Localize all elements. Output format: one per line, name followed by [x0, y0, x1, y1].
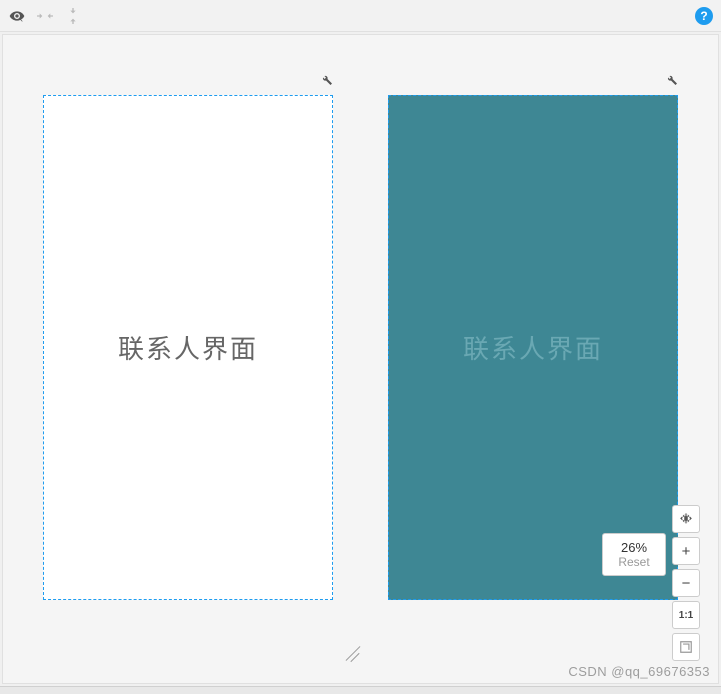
zoom-actual-size-button[interactable]: 1:1: [672, 601, 700, 629]
wrench-icon[interactable]: [321, 73, 335, 87]
resize-vertical-icon[interactable]: [64, 7, 82, 25]
left-pane-container: 联系人界面: [43, 95, 333, 663]
zoom-fit-button[interactable]: [672, 633, 700, 661]
toolbar-right-group: ?: [695, 7, 713, 25]
footer-bar: [0, 686, 721, 694]
zoom-reset-button[interactable]: 26% Reset: [602, 533, 666, 576]
zoom-reset-label: Reset: [613, 555, 655, 569]
zoom-button-stack: + − 1:1: [672, 505, 700, 661]
help-icon[interactable]: ?: [695, 7, 713, 25]
top-toolbar: ?: [0, 0, 721, 32]
zoom-in-button[interactable]: +: [672, 537, 700, 565]
resize-horizontal-icon[interactable]: [36, 7, 54, 25]
toolbar-left-group: [8, 7, 82, 25]
zoom-out-button[interactable]: −: [672, 569, 700, 597]
watermark: CSDN @qq_69676353: [568, 664, 710, 679]
eye-icon[interactable]: [8, 7, 26, 25]
zoom-controls: 26% Reset + − 1:1: [602, 505, 700, 661]
wrench-icon[interactable]: [666, 73, 680, 87]
zoom-percent: 26%: [613, 540, 655, 555]
workspace: 联系人界面 联系人界面 26% Reset +: [2, 34, 719, 684]
preview-pane-light[interactable]: 联系人界面: [43, 95, 333, 600]
pan-button[interactable]: [672, 505, 700, 533]
resize-handle[interactable]: [343, 643, 363, 663]
pane-title: 联系人界面: [463, 329, 603, 366]
pane-title: 联系人界面: [118, 329, 258, 366]
